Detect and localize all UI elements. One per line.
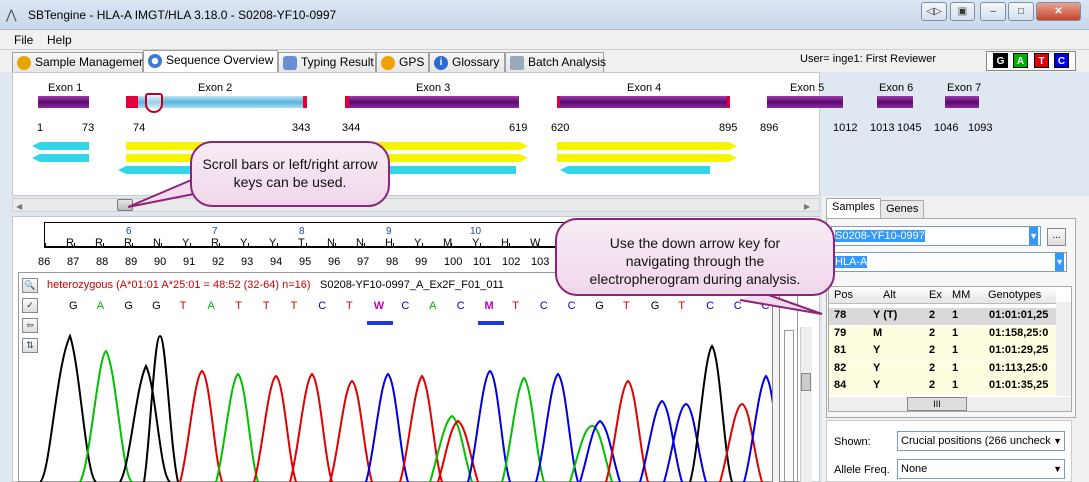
tab-sequence-overview[interactable]: Sequence Overview [143,50,278,72]
down-arrow-callout: Use the down arrow key for navigating th… [555,218,835,296]
scroll-callout: Scroll bars or left/right arrow keys can… [190,141,390,207]
sequence-overview-icon [148,54,162,68]
callout-pointers [127,177,823,315]
